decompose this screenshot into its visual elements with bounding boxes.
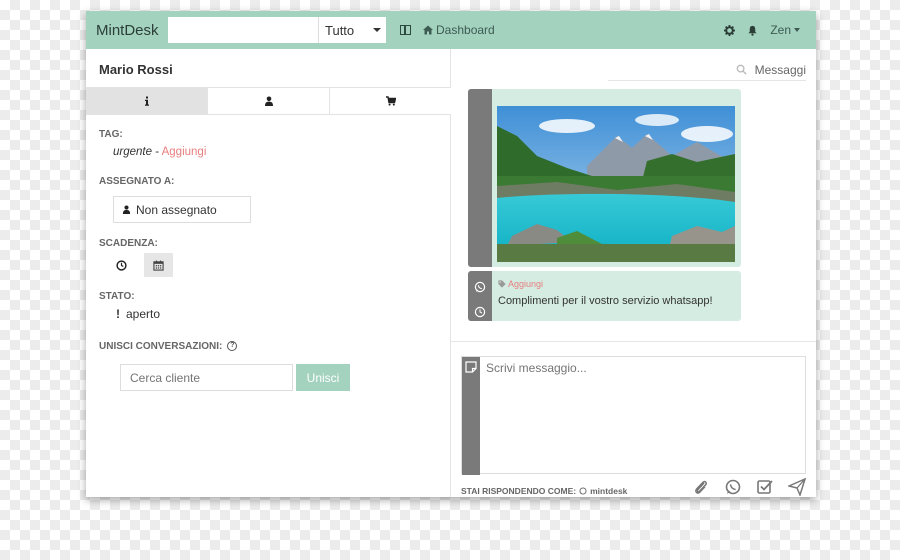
gear-icon[interactable] xyxy=(724,24,736,36)
message-list: Aggiungi Complimenti per il vostro servi… xyxy=(451,89,816,329)
note-icon[interactable] xyxy=(465,361,477,373)
whatsapp-icon xyxy=(579,487,587,495)
whatsapp-icon xyxy=(474,281,486,293)
contact-panel: Mario Rossi TAG: urgente - Aggiungi ASSE… xyxy=(86,49,451,497)
tag-icon xyxy=(498,280,506,288)
composer-divider xyxy=(451,341,816,342)
customer-search-input[interactable] xyxy=(120,364,293,391)
message-text: Complimenti per il vostro servizio whats… xyxy=(498,295,713,307)
composer-actions xyxy=(692,478,806,496)
message-bubble-image[interactable] xyxy=(468,89,741,267)
add-tag-link[interactable]: Aggiungi xyxy=(162,146,207,158)
paperclip-icon[interactable] xyxy=(692,478,710,496)
message-search-placeholder: Messaggi xyxy=(754,62,806,77)
contact-tabs xyxy=(86,87,451,115)
global-search-input[interactable] xyxy=(168,17,318,43)
tag-line: urgente - Aggiungi xyxy=(113,146,206,158)
chevron-down-icon xyxy=(373,28,381,32)
app-window: MintDesk Tutto Dashboard Zen Mario Rossi… xyxy=(86,11,816,497)
clock-icon xyxy=(474,306,486,318)
whatsapp-icon[interactable] xyxy=(724,478,742,496)
reply-as-info: STAI RISPONDENDO COME: mintdesk xyxy=(461,486,627,496)
assignee-button[interactable]: Non assegnato xyxy=(113,196,251,223)
clock-icon[interactable] xyxy=(116,260,127,271)
user-name: Zen xyxy=(770,23,791,37)
tag-label: TAG: xyxy=(99,129,123,140)
conversation-panel: Messaggi Aggiungi Complimenti per il vos… xyxy=(451,49,816,497)
merge-label-text: UNISCI CONVERSAZIONI: xyxy=(99,341,223,352)
message-tag-add[interactable]: Aggiungi xyxy=(498,279,543,289)
message-input[interactable] xyxy=(486,361,802,469)
topbar-actions: Zen xyxy=(724,23,800,37)
merge-label: UNISCI CONVERSAZIONI:? xyxy=(99,341,238,352)
state-text: aperto xyxy=(126,307,161,321)
message-side-strip xyxy=(468,89,492,267)
calendar-icon xyxy=(153,259,164,271)
user-menu[interactable]: Zen xyxy=(770,23,800,37)
tag-separator: - xyxy=(152,146,162,158)
home-icon xyxy=(423,25,433,35)
global-search: Tutto xyxy=(168,17,386,43)
search-icon xyxy=(736,64,747,75)
reply-as-account: mintdesk xyxy=(590,486,628,496)
dashboard-label: Dashboard xyxy=(436,23,495,37)
message-bubble-text[interactable]: Aggiungi Complimenti per il vostro servi… xyxy=(468,271,741,321)
assignee-value: Non assegnato xyxy=(136,202,217,217)
merge-button[interactable]: Unisci xyxy=(296,364,350,391)
checkbox-icon[interactable] xyxy=(756,478,774,496)
due-date-picker-button[interactable] xyxy=(144,253,173,277)
due-label: SCADENZA: xyxy=(99,238,158,249)
cart-icon xyxy=(385,96,396,106)
tab-info[interactable] xyxy=(86,88,208,114)
user-icon xyxy=(122,205,131,214)
message-tag-add-label: Aggiungi xyxy=(508,279,544,289)
reply-as-label: STAI RISPONDENDO COME: xyxy=(461,486,577,496)
bell-icon[interactable] xyxy=(747,25,758,36)
user-icon xyxy=(264,96,273,106)
layout-toggle-icon[interactable] xyxy=(400,25,411,35)
tag-chip[interactable]: urgente xyxy=(113,146,152,158)
brand-logo[interactable]: MintDesk xyxy=(96,22,168,39)
tab-orders[interactable] xyxy=(330,88,451,114)
info-icon xyxy=(144,96,149,106)
composer-side-strip xyxy=(462,357,480,475)
message-search[interactable]: Messaggi xyxy=(608,59,806,81)
state-label: STATO: xyxy=(99,291,135,302)
state-value[interactable]: ! aperto xyxy=(116,307,160,321)
send-icon[interactable] xyxy=(788,478,806,496)
search-scope-value: Tutto xyxy=(325,22,355,38)
exclamation-icon: ! xyxy=(116,307,120,321)
help-icon[interactable]: ? xyxy=(227,341,238,352)
tab-profile[interactable] xyxy=(208,88,330,114)
search-scope-select[interactable]: Tutto xyxy=(318,17,386,43)
contact-name: Mario Rossi xyxy=(99,62,173,77)
assigned-label: ASSEGNATO A: xyxy=(99,176,175,187)
mountain-lake-photo[interactable] xyxy=(497,106,735,262)
chevron-down-icon xyxy=(794,28,800,32)
top-navbar: MintDesk Tutto Dashboard Zen xyxy=(86,11,816,49)
message-composer xyxy=(461,356,806,475)
dashboard-link[interactable]: Dashboard xyxy=(423,23,495,37)
